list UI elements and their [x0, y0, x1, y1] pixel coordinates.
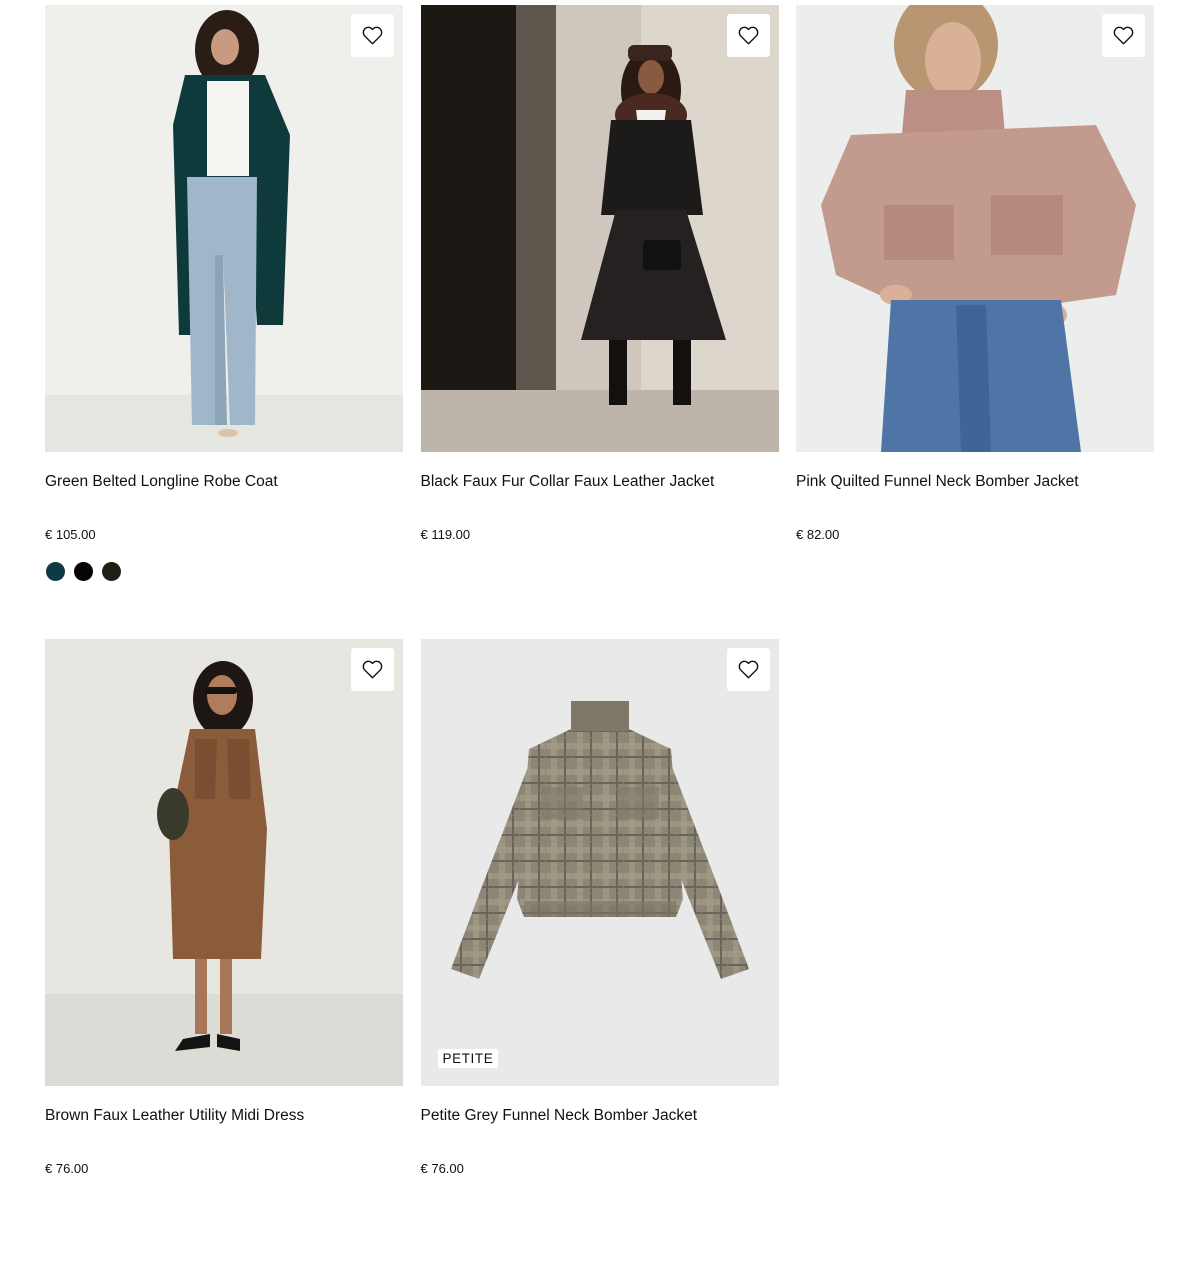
product-image[interactable] — [796, 5, 1154, 452]
heart-outline-icon — [362, 660, 383, 679]
product-grid: Green Belted Longline Robe Coat € 105.00 — [45, 5, 1154, 1273]
color-swatch-dark-olive[interactable] — [102, 562, 121, 581]
product-card: PETITE Petite Grey Funnel Neck Bomber Ja… — [420, 639, 779, 1273]
product-title[interactable]: Brown Faux Leather Utility Midi Dress — [45, 1106, 403, 1126]
wishlist-button[interactable] — [351, 648, 394, 691]
product-image[interactable] — [420, 5, 779, 452]
product-price: € 105.00 — [45, 527, 96, 542]
product-title[interactable]: Green Belted Longline Robe Coat — [45, 472, 403, 492]
color-swatch-black[interactable] — [74, 562, 93, 581]
product-price: € 76.00 — [45, 1161, 89, 1176]
heart-outline-icon — [1113, 26, 1134, 45]
product-card: Green Belted Longline Robe Coat € 105.00 — [45, 5, 403, 639]
product-card: Brown Faux Leather Utility Midi Dress € … — [45, 639, 403, 1273]
product-price: € 76.00 — [420, 1161, 464, 1176]
wishlist-button[interactable] — [1102, 14, 1145, 57]
product-title[interactable]: Petite Grey Funnel Neck Bomber Jacket — [421, 1106, 779, 1126]
product-image[interactable] — [45, 5, 403, 452]
product-card: Pink Quilted Funnel Neck Bomber Jacket €… — [796, 5, 1154, 639]
product-card: Black Faux Fur Collar Faux Leather Jacke… — [420, 5, 779, 639]
color-swatches — [45, 562, 403, 581]
color-swatch-teal[interactable] — [46, 562, 65, 581]
product-image[interactable] — [45, 639, 403, 1086]
product-image[interactable]: PETITE — [420, 639, 779, 1086]
heart-outline-icon — [362, 26, 383, 45]
heart-outline-icon — [738, 26, 758, 45]
product-title[interactable]: Black Faux Fur Collar Faux Leather Jacke… — [421, 472, 779, 492]
wishlist-button[interactable] — [726, 648, 770, 691]
heart-outline-icon — [738, 660, 758, 679]
product-title[interactable]: Pink Quilted Funnel Neck Bomber Jacket — [796, 472, 1154, 492]
wishlist-button[interactable] — [351, 14, 394, 57]
product-price: € 82.00 — [796, 527, 840, 542]
petite-badge: PETITE — [437, 1049, 499, 1068]
product-price: € 119.00 — [420, 527, 471, 542]
wishlist-button[interactable] — [726, 14, 770, 57]
